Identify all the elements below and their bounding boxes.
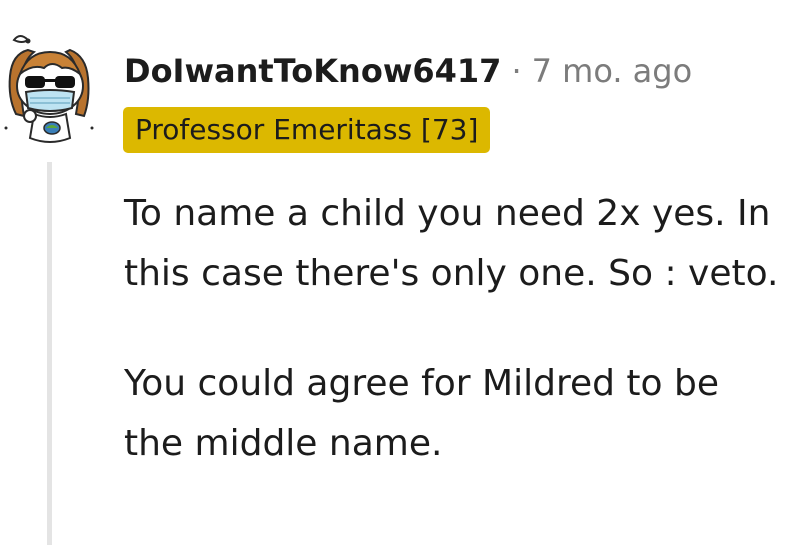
meta-separator: · [511, 52, 522, 90]
comment-header: DoIwantToKnow6417 · 7 mo. ago [124, 48, 692, 94]
comment-paragraph: To name a child you need 2x yes. In this… [124, 193, 779, 294]
thread-collapse-line[interactable] [47, 162, 52, 545]
comment-timestamp[interactable]: 7 mo. ago [532, 52, 693, 90]
comment-body: To name a child you need 2x yes. In this… [124, 184, 784, 474]
comment-paragraph: You could agree for Mildred to be the mi… [124, 363, 719, 464]
user-flair-badge: Professor Emeritass [73] [123, 107, 491, 153]
snoo-avatar-icon [4, 35, 94, 143]
user-avatar-icon[interactable] [0, 28, 100, 146]
username-link[interactable]: DoIwantToKnow6417 [124, 52, 501, 90]
